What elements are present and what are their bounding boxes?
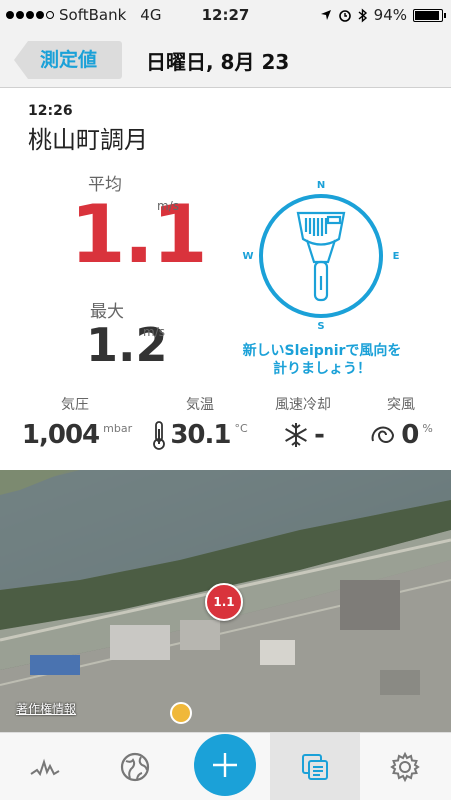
gear-icon: [390, 751, 420, 783]
status-right: 94%: [320, 6, 446, 24]
compass[interactable]: N E S W: [236, 176, 406, 336]
plus-icon: [213, 753, 237, 777]
sleipnir-promo-link[interactable]: 新しいSleipnirで風向を 計りましょう！: [232, 342, 412, 378]
battery-icon: [413, 8, 446, 22]
compass-south: S: [317, 321, 324, 332]
compass-west: W: [242, 251, 253, 262]
records-list-icon: [302, 754, 328, 780]
stat-temperature-value: 30.1: [170, 420, 231, 450]
stats-row: 気圧 1,004 mbar 気温 30.1 °C 風速冷却 - 突風 0 %: [0, 394, 451, 464]
average-wind-unit: m/s: [157, 199, 179, 213]
stat-gust-label: 突風: [387, 397, 415, 413]
activity-graph-icon: [30, 758, 60, 777]
satellite-map[interactable]: 1.1 著作権情報: [0, 470, 451, 732]
battery-percent: 94%: [373, 6, 407, 24]
stat-windchill-value: -: [314, 420, 325, 450]
reading-time: 12:26: [28, 103, 73, 119]
compass-east: E: [393, 251, 400, 262]
nav-bar: 測定値 日曜日, 8月 23: [0, 32, 451, 88]
wind-reading-marker[interactable]: 1.1: [205, 583, 243, 621]
stat-pressure-unit: mbar: [103, 422, 133, 435]
tab-settings[interactable]: [360, 733, 450, 800]
stat-temperature-label: 気温: [186, 397, 214, 413]
stat-pressure-value: 1,004: [21, 420, 100, 450]
stat-windchill: 風速冷却 -: [247, 394, 359, 450]
status-bar: SoftBank 4G 12:27 94%: [0, 0, 451, 32]
back-button[interactable]: 測定値: [14, 41, 122, 79]
max-wind-unit: m/s: [143, 325, 165, 339]
stat-pressure-label: 気圧: [61, 397, 89, 413]
alarm-clock-icon: [338, 10, 351, 22]
tab-records[interactable]: [270, 733, 360, 800]
stat-windchill-label: 風速冷却: [275, 397, 331, 413]
stat-temperature-unit: °C: [234, 422, 248, 435]
map-copyright-link[interactable]: 著作権情報: [16, 700, 76, 717]
page-title: 日曜日, 8月 23: [146, 50, 290, 74]
average-wind-value: 1.1: [70, 188, 208, 281]
snowflake-icon: [285, 423, 307, 447]
tab-graph[interactable]: [0, 733, 90, 800]
globe-icon: [120, 752, 150, 782]
sleipnir-promo-line1: 新しいSleipnirで風向を: [242, 343, 402, 359]
stat-gust-value: 0: [401, 420, 419, 450]
stat-gust-unit: %: [422, 422, 433, 435]
map-attribution-icon[interactable]: [170, 702, 192, 724]
thermometer-icon: [153, 421, 166, 450]
bluetooth-icon: [358, 7, 367, 23]
tab-measure[interactable]: [180, 733, 270, 800]
stat-temperature: 気温 30.1 °C: [144, 394, 256, 450]
gust-swirl-icon: [371, 426, 395, 443]
location-name: 桃山町調月: [28, 126, 148, 154]
compass-north: N: [317, 180, 325, 191]
stat-pressure: 気圧 1,004 mbar: [19, 394, 133, 450]
tab-map[interactable]: [90, 733, 180, 800]
measure-button[interactable]: [194, 734, 256, 796]
sleipnir-promo-line2: 計りましょう！: [273, 361, 371, 377]
stat-gust: 突風 0 %: [345, 394, 451, 450]
location-arrow-icon: [320, 10, 331, 20]
tab-bar: [0, 732, 451, 800]
